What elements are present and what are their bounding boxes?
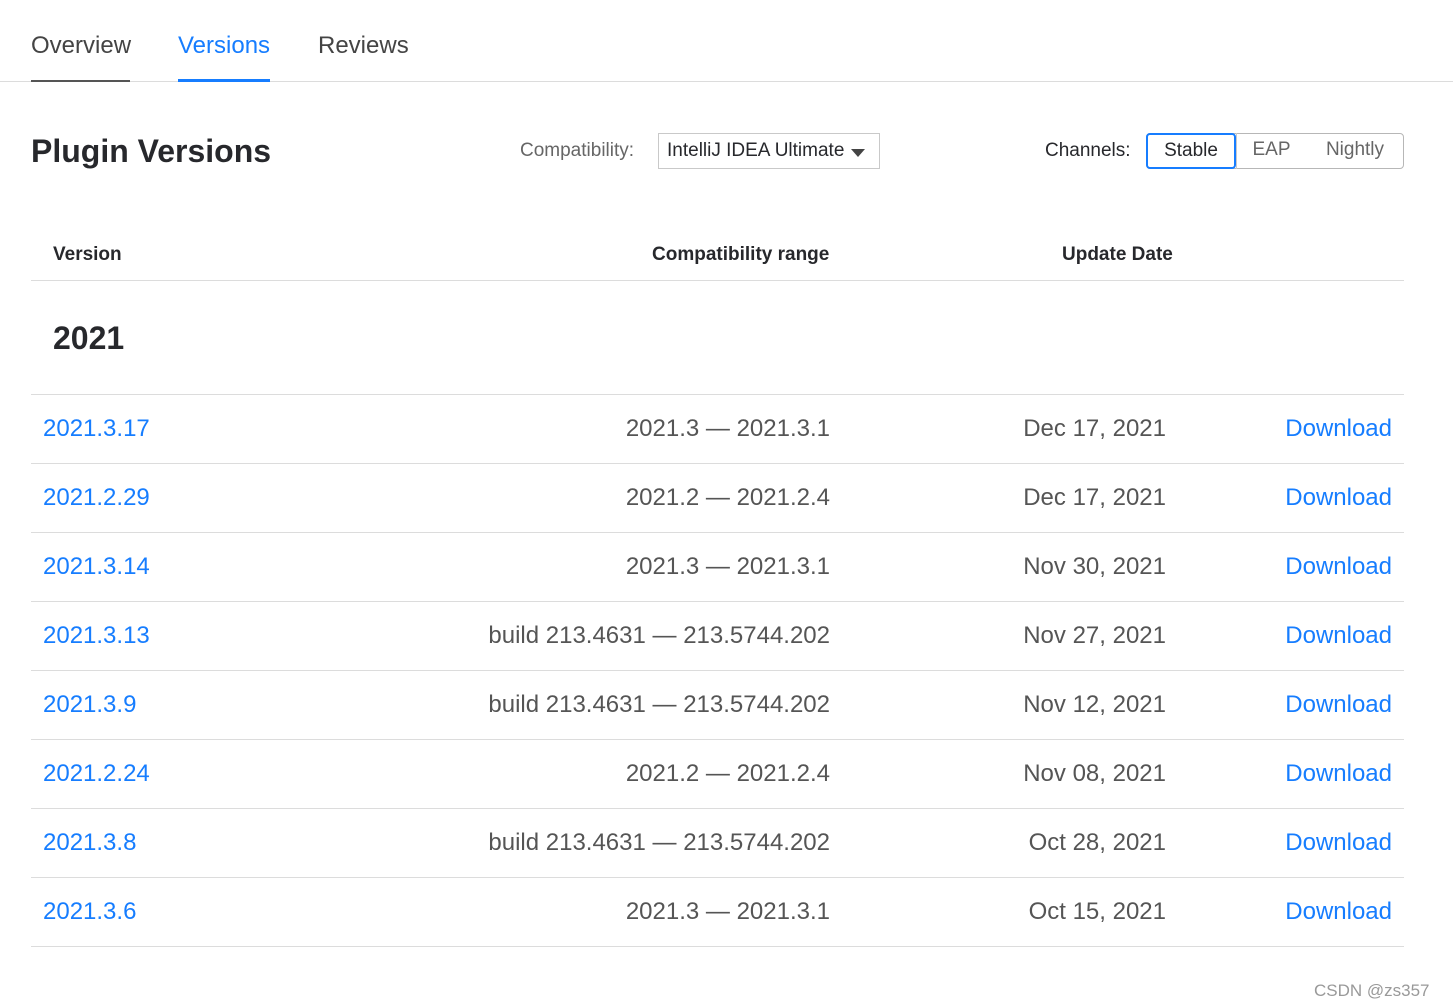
version-link[interactable]: 2021.3.17 (43, 413, 150, 445)
version-link[interactable]: 2021.3.14 (43, 551, 150, 583)
update-date: Dec 17, 2021 (1023, 484, 1166, 511)
download-link[interactable]: Download (1285, 827, 1392, 859)
column-header-compatibility-range: Compatibility range (652, 244, 830, 265)
compatibility-range: 2021.2 — 2021.2.4 (625, 484, 830, 511)
download-link[interactable]: Download (1285, 413, 1392, 445)
channels-label: Channels: (1045, 140, 1131, 161)
tab-bar: Overview Versions Reviews (0, 0, 1453, 82)
download-link[interactable]: Download (1285, 482, 1392, 514)
row-divider (31, 946, 1404, 947)
download-link[interactable]: Download (1285, 758, 1392, 790)
tab-reviews-label: Reviews (318, 32, 409, 59)
tab-overview-underline (31, 80, 130, 82)
tab-versions[interactable]: Versions (178, 30, 270, 82)
version-link[interactable]: 2021.3.13 (43, 620, 150, 652)
update-date: Nov 30, 2021 (1023, 553, 1166, 580)
version-group-year: 2021 (53, 320, 125, 356)
version-link[interactable]: 2021.3.9 (43, 689, 136, 721)
update-date: Nov 08, 2021 (1023, 760, 1166, 787)
table-row: 2021.3.9 build 213.4631 — 213.5744.202 N… (31, 671, 1404, 740)
version-link[interactable]: 2021.2.24 (43, 758, 150, 790)
table-row: 2021.2.24 2021.2 — 2021.2.4 Nov 08, 2021… (31, 740, 1404, 809)
tab-overview[interactable]: Overview (31, 30, 132, 82)
compatibility-select[interactable]: IntelliJ IDEA Ultimate (658, 133, 880, 169)
plugin-versions-page: Overview Versions Reviews Plugin Version… (0, 0, 1453, 1007)
update-date: Nov 27, 2021 (1023, 622, 1166, 649)
download-link[interactable]: Download (1285, 896, 1392, 928)
download-link[interactable]: Download (1285, 689, 1392, 721)
tab-versions-underline (178, 79, 270, 82)
compatibility-select-value: IntelliJ IDEA Ultimate (667, 140, 845, 161)
compatibility-range: build 213.4631 — 213.5744.202 (488, 829, 830, 856)
page-title: Plugin Versions (31, 133, 272, 169)
compatibility-range: 2021.3 — 2021.3.1 (625, 553, 830, 580)
column-header-version: Version (53, 244, 122, 265)
watermark: CSDN @zs357 (1314, 981, 1430, 1000)
update-date: Oct 28, 2021 (1028, 829, 1166, 856)
column-header-update-date: Update Date (1062, 244, 1173, 265)
compatibility-range: 2021.3 — 2021.3.1 (625, 898, 830, 925)
tab-versions-label: Versions (178, 32, 271, 59)
table-row: 2021.3.14 2021.3 — 2021.3.1 Nov 30, 2021… (31, 533, 1404, 602)
channel-eap-button[interactable]: EAP (1236, 133, 1306, 169)
update-date: Oct 15, 2021 (1028, 898, 1166, 925)
table-row: 2021.3.17 2021.3 — 2021.3.1 Dec 17, 2021… (31, 395, 1404, 464)
compatibility-range: build 213.4631 — 213.5744.202 (488, 691, 830, 718)
download-link[interactable]: Download (1285, 620, 1392, 652)
tab-overview-label: Overview (31, 32, 132, 59)
version-link[interactable]: 2021.2.29 (43, 482, 150, 514)
chevron-down-icon (851, 149, 865, 157)
table-row: 2021.3.6 2021.3 — 2021.3.1 Oct 15, 2021 … (31, 878, 1404, 947)
table-row: 2021.3.13 build 213.4631 — 213.5744.202 … (31, 602, 1404, 671)
tab-reviews[interactable]: Reviews (318, 30, 409, 82)
channel-nightly-button[interactable]: Nightly (1306, 133, 1404, 169)
compatibility-label: Compatibility: (520, 140, 635, 161)
table-header-divider (31, 280, 1404, 281)
channel-toggle-group: EAP Nightly Stable (1146, 133, 1404, 169)
compatibility-range: build 213.4631 — 213.5744.202 (488, 622, 830, 649)
channel-stable-button[interactable]: Stable (1146, 133, 1236, 169)
compatibility-range: 2021.3 — 2021.3.1 (625, 415, 830, 442)
table-row: 2021.3.8 build 213.4631 — 213.5744.202 O… (31, 809, 1404, 878)
version-link[interactable]: 2021.3.6 (43, 896, 136, 928)
update-date: Dec 17, 2021 (1023, 415, 1166, 442)
download-link[interactable]: Download (1285, 551, 1392, 583)
version-link[interactable]: 2021.3.8 (43, 827, 136, 859)
table-row: 2021.2.29 2021.2 — 2021.2.4 Dec 17, 2021… (31, 464, 1404, 533)
compatibility-range: 2021.2 — 2021.2.4 (625, 760, 830, 787)
update-date: Nov 12, 2021 (1023, 691, 1166, 718)
